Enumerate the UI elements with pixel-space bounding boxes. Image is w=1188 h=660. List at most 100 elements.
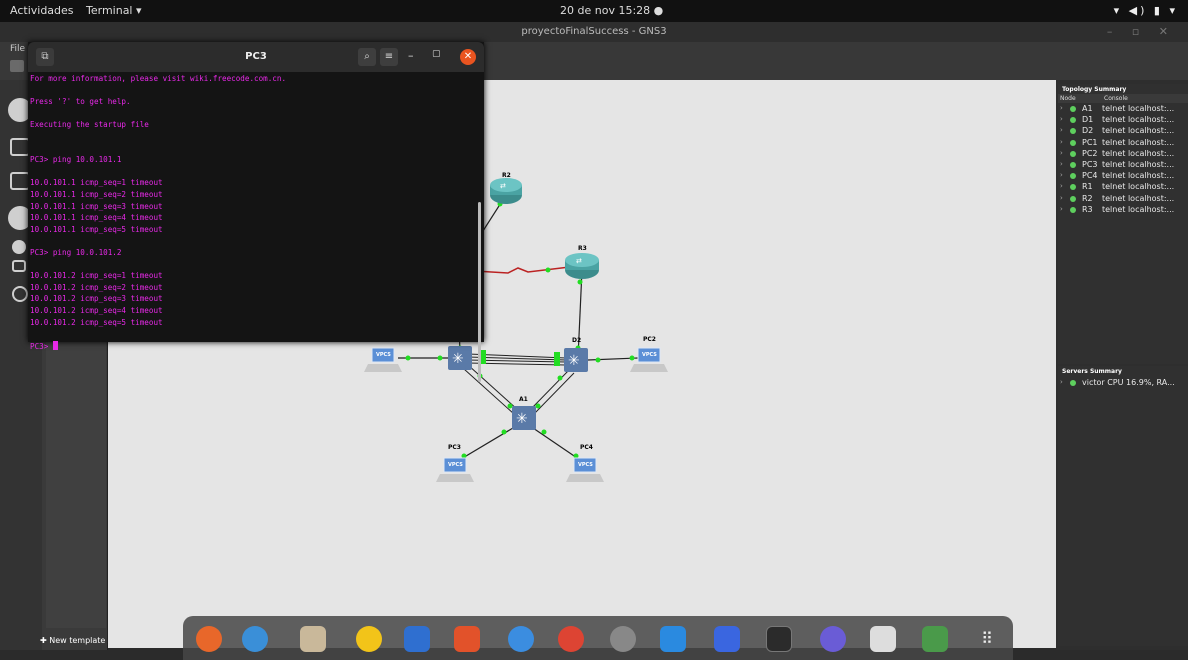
close-icon[interactable]: ✕ [460, 49, 476, 65]
node-label-r3: R3 [578, 245, 587, 252]
system-status-menu[interactable]: ▾ ◀) ▮ ▾ [1114, 4, 1178, 17]
topology-row[interactable]: › A1 telnet localhost:... [1060, 104, 1188, 115]
gns3-window-controls[interactable]: – ▫ ✕ [1107, 25, 1176, 38]
servers-summary-title: Servers Summary [1062, 368, 1122, 375]
node-status-icon [1070, 184, 1076, 191]
terminal-scrollbar[interactable] [478, 202, 481, 382]
all-devices-icon[interactable] [12, 240, 26, 254]
server-row[interactable]: › victor CPU 16.9%, RA... [1060, 378, 1188, 389]
new-template-button[interactable]: ✚ New template [40, 636, 105, 645]
link-d2-a1-2[interactable] [533, 372, 575, 415]
menu-file[interactable]: File [10, 44, 25, 54]
topology-summary-title: Topology Summary [1062, 86, 1127, 93]
document-viewer-icon[interactable] [870, 626, 896, 652]
vpcs-badge-pc1: VPCS [376, 352, 391, 358]
topology-row[interactable]: › D2 telnet localhost:... [1060, 126, 1188, 137]
link-d2-a1-1[interactable] [529, 368, 571, 411]
svg-text:⇄: ⇄ [576, 257, 582, 265]
expand-arrow-icon[interactable]: › [1060, 138, 1063, 146]
topology-row[interactable]: › R3 telnet localhost:... [1060, 205, 1188, 216]
search-icon[interactable]: ⌕ [358, 48, 376, 66]
col-node: Node [1060, 95, 1076, 102]
end-devices-icon[interactable] [10, 172, 30, 190]
expand-arrow-icon[interactable]: › [1060, 378, 1063, 386]
vpcs-badge-pc3: VPCS [448, 462, 463, 468]
topology-row[interactable]: › PC1 telnet localhost:... [1060, 138, 1188, 149]
link-d1-a1-2[interactable] [463, 368, 515, 415]
terminal-title: PC3 [245, 51, 267, 62]
node-label-pc2: PC2 [643, 336, 656, 343]
topology-row[interactable]: › R1 telnet localhost:... [1060, 182, 1188, 193]
software-center-icon[interactable] [454, 626, 480, 652]
files-icon[interactable] [300, 626, 326, 652]
expand-arrow-icon[interactable]: › [1060, 126, 1063, 134]
add-link-icon[interactable] [12, 260, 26, 272]
thunderbird-icon[interactable] [242, 626, 268, 652]
terminal-line: 10.0.101.1 icmp_seq=3 timeout [30, 201, 163, 211]
topology-row[interactable]: › R2 telnet localhost:... [1060, 194, 1188, 205]
node-status-icon [1070, 173, 1076, 180]
chrome-icon[interactable] [558, 626, 584, 652]
terminal-app-menu[interactable]: Terminal ▾ [86, 4, 142, 17]
terminal-icon[interactable] [766, 626, 792, 652]
terminal-line: PC3> ping 10.0.101.2 [30, 248, 122, 257]
gns3-icon[interactable] [820, 626, 846, 652]
switch-d1[interactable]: ✳ [448, 346, 472, 370]
toolbar-open-icon[interactable] [10, 60, 24, 72]
expand-arrow-icon[interactable]: › [1060, 194, 1063, 202]
node-status-icon [1070, 128, 1076, 135]
terminal-output[interactable]: For more information, please visit wiki.… [30, 74, 470, 351]
svg-text:✳: ✳ [568, 353, 580, 369]
link-d1-a1-1[interactable] [467, 364, 519, 411]
firefox-icon[interactable] [196, 626, 222, 652]
vscode-icon[interactable] [660, 626, 686, 652]
expand-arrow-icon[interactable]: › [1060, 182, 1063, 190]
topology-row[interactable]: › PC2 telnet localhost:... [1060, 149, 1188, 160]
minimize-icon[interactable]: – [408, 49, 414, 62]
expand-arrow-icon[interactable]: › [1060, 160, 1063, 168]
vpcs-badge-pc2: VPCS [642, 352, 657, 358]
topology-row[interactable]: › D1 telnet localhost:... [1060, 115, 1188, 126]
node-status-icon [1070, 117, 1076, 124]
switch-d2[interactable]: ✳ [564, 348, 588, 372]
router-r2[interactable]: ⇄ [490, 178, 522, 204]
expand-arrow-icon[interactable]: › [1060, 171, 1063, 179]
terminal-line: 10.0.101.1 icmp_seq=5 timeout [30, 224, 163, 234]
trash-icon[interactable] [922, 626, 948, 652]
cable-icon[interactable] [12, 286, 28, 302]
node-status-icon [1070, 150, 1076, 157]
expand-arrow-icon[interactable]: › [1060, 104, 1063, 112]
terminal-line: 10.0.101.2 icmp_seq=1 timeout [30, 271, 163, 281]
maximize-icon[interactable]: ▢ [432, 49, 441, 59]
server-status-icon [1070, 380, 1076, 386]
terminal-window[interactable]: ⧉ PC3 ⌕ ≡ – ▢ ✕ For more information, pl… [28, 42, 484, 382]
gns3-titlebar: proyectoFinalSuccess - GNS3 – ▫ ✕ [0, 22, 1188, 42]
router-r3[interactable]: ⇄ [565, 253, 599, 279]
topology-row[interactable]: › PC3 telnet localhost:... [1060, 160, 1188, 171]
node-status-icon [1070, 162, 1076, 168]
writer-icon[interactable] [404, 626, 430, 652]
help-icon[interactable] [508, 626, 534, 652]
terminal-line: PC3> ping 10.0.101.1 [30, 155, 122, 165]
expand-arrow-icon[interactable]: › [1060, 115, 1063, 123]
servers-summary-panel: Servers Summary › victor CPU 16.9%, RA..… [1058, 366, 1188, 646]
system-top-bar: Actividades Terminal ▾ 20 de nov 15:28 ●… [0, 0, 1188, 22]
hamburger-menu-icon[interactable]: ≡ [380, 48, 398, 66]
screenshot-icon[interactable] [714, 626, 740, 652]
activities-button[interactable]: Actividades [10, 4, 74, 17]
topology-row[interactable]: › PC4 telnet localhost:... [1060, 171, 1188, 182]
rhythmbox-icon[interactable] [356, 626, 382, 652]
terminal-titlebar[interactable]: ⧉ PC3 ⌕ ≡ – ▢ ✕ [28, 42, 484, 72]
expand-arrow-icon[interactable]: › [1060, 205, 1063, 213]
gns3-window-title: proyectoFinalSuccess - GNS3 [521, 26, 667, 37]
plus-icon: ✚ [40, 636, 50, 645]
settings-icon[interactable] [610, 626, 636, 652]
terminal-line: 10.0.101.2 icmp_seq=3 timeout [30, 294, 163, 304]
switches-icon[interactable] [10, 138, 30, 156]
switch-a1[interactable]: ✳ [512, 406, 536, 430]
expand-arrow-icon[interactable]: › [1060, 149, 1063, 157]
terminal-line: 10.0.101.1 icmp_seq=2 timeout [30, 190, 163, 199]
show-apps-icon[interactable]: ⠿ [974, 626, 1000, 652]
clock[interactable]: 20 de nov 15:28 ● [560, 4, 663, 17]
node-status-icon [1070, 139, 1076, 146]
